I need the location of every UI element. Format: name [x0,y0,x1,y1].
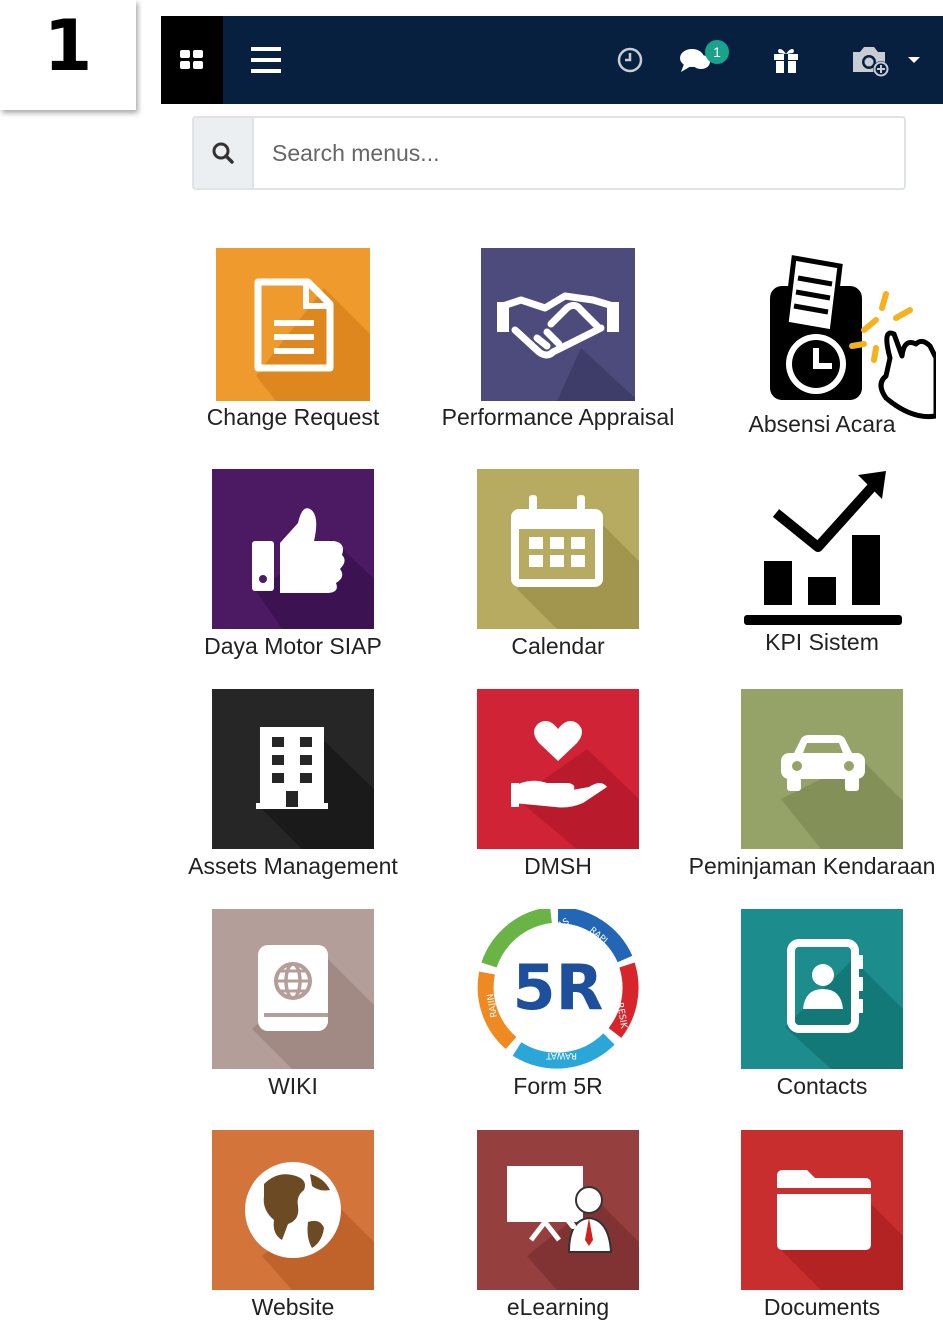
app-tile[interactable] [741,689,903,849]
hamburger-menu-button[interactable] [249,43,285,77]
search-menus-bar [192,116,906,190]
app-tile[interactable] [741,1130,903,1290]
app-label: Peminjaman Kendaraan [688,853,936,879]
app-form-5r[interactable]: 5R RINGKAS RAPI RESIK RAWAT RAJIN Form 5… [428,909,688,1109]
step-badge: 1 [0,0,136,110]
app-contacts[interactable]: Contacts [692,909,943,1109]
app-tile[interactable] [477,1130,639,1290]
app-tile[interactable] [477,469,639,629]
app-daya-motor-siap[interactable]: Daya Motor SIAP [163,469,423,669]
5r-center-text: 5R [513,951,604,1024]
search-button[interactable] [194,118,254,188]
svg-text:RAWAT: RAWAT [546,1050,577,1060]
app-elearning[interactable]: eLearning [428,1130,688,1323]
tap-hand-icon [849,291,936,420]
app-tile[interactable] [212,689,374,849]
app-documents[interactable]: Documents [692,1130,943,1323]
camera-add-icon [853,47,889,77]
app-tile[interactable] [212,1130,374,1290]
earth-globe-icon [245,1162,341,1258]
app-label: Absensi Acara [748,411,896,437]
app-dmsh[interactable]: DMSH [428,689,688,889]
top-navbar: 1 [161,16,943,104]
app-kpi-sistem[interactable]: KPI Sistem [692,469,943,669]
gift-icon [774,48,798,73]
building-icon [256,727,328,809]
apps-grid-button[interactable] [161,16,223,104]
apps-grid-icon [180,50,203,69]
search-icon [212,142,234,164]
app-tile[interactable] [212,469,374,629]
app-tile[interactable] [740,469,906,629]
clock-icon [617,47,643,73]
app-absensi-acara[interactable]: Absensi Acara [692,248,943,438]
app-label: KPI Sistem [765,629,879,655]
app-peminjaman-kendaraan[interactable]: Peminjaman Kendaraan [689,689,943,889]
app-tile[interactable] [481,248,635,401]
app-performance-appraisal[interactable]: Performance Appraisal [428,248,688,438]
caret-down-icon [908,57,920,63]
app-tile[interactable] [477,689,639,849]
app-tile[interactable] [741,909,903,1069]
globe-book-icon [258,945,328,1031]
gift-button[interactable] [771,42,801,78]
messages-button[interactable]: 1 [679,40,739,78]
hamburger-menu-icon [251,47,281,73]
app-tile[interactable] [216,248,370,401]
app-website[interactable]: Website [163,1130,423,1323]
step-number: 1 [43,5,93,87]
chart-growth-icon [744,471,902,625]
app-calendar[interactable]: Calendar [428,469,688,669]
activity-button[interactable] [615,42,645,78]
folder-icon [777,1170,871,1250]
app-change-request[interactable]: Change Request [163,248,423,438]
search-menus-input[interactable] [256,118,896,188]
camera-add-button[interactable] [849,42,929,78]
app-tile[interactable] [736,248,936,420]
app-wiki[interactable]: WIKI [163,909,423,1109]
app-assets-management[interactable]: Assets Management [163,689,423,889]
5r-logo-icon: 5R RINGKAS RAPI RESIK RAWAT RAJIN [477,909,639,1069]
app-tile[interactable] [212,909,374,1069]
attendance-clock-icon [770,255,862,400]
app-label: Documents [763,1294,881,1320]
notification-count-badge: 1 [705,40,729,64]
app-label: Contacts [776,1073,868,1099]
app-tile[interactable]: 5R RINGKAS RAPI RESIK RAWAT RAJIN [477,909,639,1069]
